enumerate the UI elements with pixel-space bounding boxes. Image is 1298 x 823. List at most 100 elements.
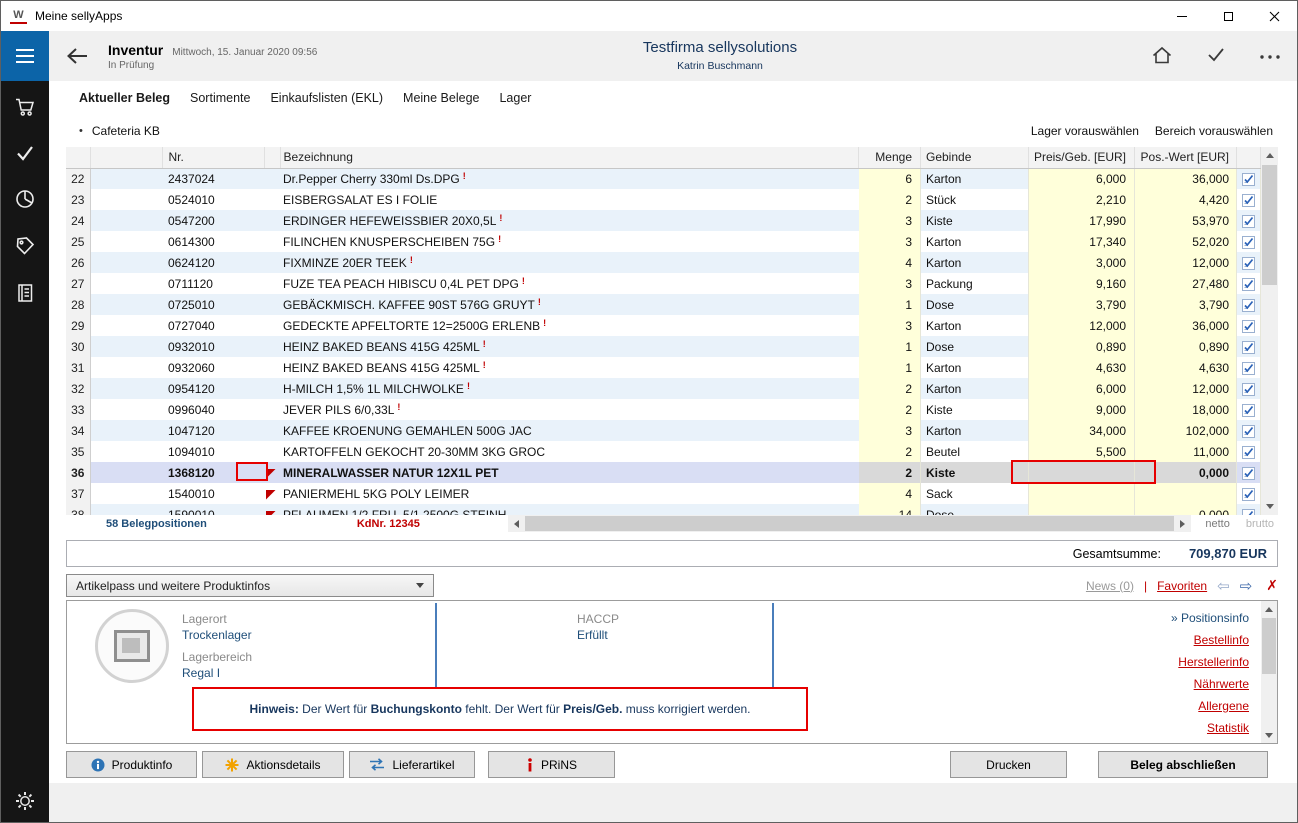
hinweis-text: Der Wert für — [299, 702, 371, 716]
col-preis[interactable]: Preis/Geb. [EUR] — [1029, 147, 1135, 168]
table-row[interactable]: 371540010PANIERMEHL 5KG POLY LEIMER4Sack — [66, 483, 1261, 504]
scroll-up-button[interactable] — [1261, 147, 1278, 164]
scroll-down-button[interactable] — [1261, 498, 1278, 515]
tab-meine-belege[interactable]: Meine Belege — [403, 91, 479, 105]
hscrollbar-thumb[interactable] — [525, 516, 1174, 531]
row-check[interactable] — [1237, 462, 1261, 483]
row-check[interactable] — [1237, 294, 1261, 315]
table-row[interactable]: 240547200ERDINGER HEFEWEISSBIER 20X0,5L!… — [66, 210, 1261, 231]
col-gebinde[interactable]: Gebinde — [921, 147, 1029, 168]
table-row[interactable]: 320954120H-MILCH 1,5% 1L MILCHWOLKE!2Kar… — [66, 378, 1261, 399]
row-check[interactable] — [1237, 231, 1261, 252]
col-bezeichnung[interactable]: Bezeichnung — [280, 147, 859, 168]
scroll-up-button[interactable] — [1261, 601, 1277, 617]
back-button[interactable] — [62, 41, 92, 71]
table-row[interactable]: 310932060HEINZ BAKED BEANS 415G 425ML!1K… — [66, 357, 1261, 378]
tag-icon[interactable] — [15, 236, 35, 256]
lagerbereich-value[interactable]: Regal I — [182, 665, 252, 681]
produktinfo-button[interactable]: Produktinfo — [66, 751, 197, 778]
col-wert[interactable]: Pos.-Wert [EUR] — [1135, 147, 1237, 168]
scroll-right-button[interactable] — [1174, 515, 1191, 532]
info-category-dropdown[interactable]: Artikelpass und weitere Produktinfos — [66, 574, 434, 597]
beleg-abschliessen-button[interactable]: Beleg abschließen — [1098, 751, 1268, 778]
row-check[interactable] — [1237, 504, 1261, 515]
panel-link-nährwerte[interactable]: Nährwerte — [1171, 673, 1249, 695]
table-row[interactable]: 300932010HEINZ BAKED BEANS 415G 425ML!1D… — [66, 336, 1261, 357]
close-button[interactable] — [1251, 1, 1297, 31]
row-check[interactable] — [1237, 189, 1261, 210]
scrollbar-thumb[interactable] — [1262, 618, 1276, 674]
row-check[interactable] — [1237, 252, 1261, 273]
table-row[interactable]: 230524010EISBERGSALAT ES I FOLIE2Stück2,… — [66, 189, 1261, 210]
table-row[interactable]: 290727040GEDECKTE APFELTORTE 12=2500G ER… — [66, 315, 1261, 336]
scroll-down-button[interactable] — [1261, 727, 1277, 743]
aktionsdetails-button[interactable]: Aktionsdetails — [202, 751, 344, 778]
row-check[interactable] — [1237, 315, 1261, 336]
row-check[interactable] — [1237, 210, 1261, 231]
table-row[interactable]: 250614300FILINCHEN KNUSPERSCHEIBEN 75G!3… — [66, 231, 1261, 252]
netto-toggle[interactable]: netto — [1205, 518, 1229, 530]
news-link[interactable]: News (0) — [1086, 579, 1134, 593]
panel-link-statistik[interactable]: Statistik — [1171, 717, 1249, 739]
bereich-vorauswaehlen-link[interactable]: Bereich vorauswählen — [1155, 124, 1273, 138]
check-icon[interactable] — [15, 144, 35, 162]
maximize-button[interactable] — [1205, 1, 1251, 31]
row-check[interactable] — [1237, 378, 1261, 399]
more-button[interactable] — [1259, 49, 1281, 63]
tab-sortimente[interactable]: Sortimente — [190, 91, 250, 105]
home-button[interactable] — [1151, 45, 1173, 68]
cart-icon[interactable] — [15, 97, 36, 117]
table-row[interactable]: 222437024Dr.Pepper Cherry 330ml Ds.DPG!6… — [66, 168, 1261, 189]
row-checklist-icon — [1242, 425, 1255, 438]
prins-button[interactable]: PRiNS — [488, 751, 615, 778]
pie-chart-icon[interactable] — [15, 189, 35, 209]
table-horizontal-scrollbar[interactable] — [508, 515, 1192, 532]
brutto-toggle[interactable]: brutto — [1246, 518, 1274, 530]
nav-next-icon[interactable]: ⇨ — [1240, 577, 1253, 595]
lagerort-value[interactable]: Trockenlager — [182, 627, 252, 643]
table-row[interactable]: 280725010GEBÄCKMISCH. KAFFEE 90ST 576G G… — [66, 294, 1261, 315]
row-check[interactable] — [1237, 168, 1261, 189]
minimize-button[interactable] — [1159, 1, 1205, 31]
drucken-button[interactable]: Drucken — [950, 751, 1067, 778]
settings-button[interactable] — [1, 791, 49, 811]
table-row[interactable]: 260624120FIXMINZE 20ER TEEK!4Karton3,000… — [66, 252, 1261, 273]
row-check[interactable] — [1237, 399, 1261, 420]
journal-icon[interactable] — [16, 283, 34, 303]
table-row[interactable]: 270711120FUZE TEA PEACH HIBISCU 0,4L PET… — [66, 273, 1261, 294]
tab-einkaufslisten-ekl[interactable]: Einkaufslisten (EKL) — [270, 91, 383, 105]
hamburger-menu-button[interactable] — [1, 31, 49, 81]
scroll-left-button[interactable] — [508, 515, 525, 532]
table-row[interactable]: 381590010PFLAUMEN 1/2 FRU. 5/1 2500G STE… — [66, 504, 1261, 515]
panel-vertical-scrollbar[interactable] — [1261, 601, 1277, 743]
confirm-button[interactable] — [1206, 46, 1226, 66]
scrollbar-thumb[interactable] — [1262, 165, 1277, 285]
warning-icon: ! — [522, 276, 525, 286]
lieferartikel-button[interactable]: Lieferartikel — [349, 751, 475, 778]
col-nr[interactable]: Nr. — [162, 147, 264, 168]
col-menge[interactable]: Menge — [859, 147, 921, 168]
table-vertical-scrollbar[interactable] — [1261, 147, 1278, 515]
table-row[interactable]: 341047120KAFFEE KROENUNG GEMAHLEN 500G J… — [66, 420, 1261, 441]
panel-link-positionsinfo[interactable]: » Positionsinfo — [1171, 607, 1249, 629]
lager-vorauswaehlen-link[interactable]: Lager vorauswählen — [1031, 124, 1139, 138]
table-row[interactable]: 330996040JEVER PILS 6/0,33L!2Kiste9,0001… — [66, 399, 1261, 420]
row-check[interactable] — [1237, 420, 1261, 441]
panel-link-allergene[interactable]: Allergene — [1171, 695, 1249, 717]
tab-aktueller-beleg[interactable]: Aktueller Beleg — [79, 91, 170, 105]
product-image-placeholder[interactable] — [95, 609, 169, 683]
close-panel-icon[interactable]: ✗ — [1266, 577, 1278, 594]
row-check[interactable] — [1237, 273, 1261, 294]
row-check[interactable] — [1237, 483, 1261, 504]
panel-link-herstellerinfo[interactable]: Herstellerinfo — [1171, 651, 1249, 673]
tab-lager[interactable]: Lager — [499, 91, 531, 105]
row-check[interactable] — [1237, 441, 1261, 462]
table-row[interactable]: 351094010KARTOFFELN GEKOCHT 20-30MM 3KG … — [66, 441, 1261, 462]
favoriten-link[interactable]: Favoriten — [1157, 579, 1207, 593]
row-check[interactable] — [1237, 336, 1261, 357]
table-row[interactable]: 361368120MINERALWASSER NATUR 12X1L PET2K… — [66, 462, 1261, 483]
nav-previous-icon[interactable]: ⇦ — [1217, 577, 1230, 595]
note-marker-icon — [266, 490, 276, 500]
panel-link-bestellinfo[interactable]: Bestellinfo — [1171, 629, 1249, 651]
row-check[interactable] — [1237, 357, 1261, 378]
